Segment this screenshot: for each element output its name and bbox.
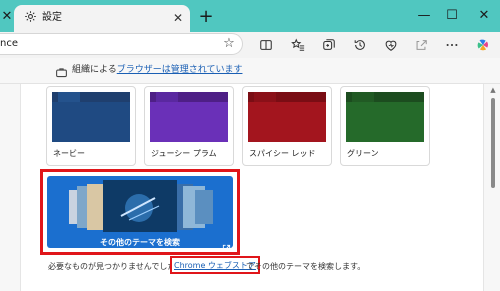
favorite-star-icon[interactable]: ☆ [221, 36, 237, 52]
favorites-icon[interactable] [289, 36, 307, 54]
search-themes-highlight: その他のテーマを検索 [40, 169, 240, 255]
footer-suffix: でその他のテーマを検索します。 [246, 262, 366, 271]
copilot-icon[interactable] [474, 36, 492, 54]
managed-link[interactable]: ブラウザーは管理されています [117, 65, 243, 75]
previous-tab-close-icon[interactable]: ✕ [0, 6, 14, 28]
managed-prefix: 組織による [72, 65, 117, 75]
theme-label: スパイシー レッド [249, 149, 316, 158]
more-options-icon[interactable] [443, 36, 461, 54]
footer-prefix: 必要なものが見つかりませんでしたか [48, 262, 184, 271]
theme-preview [150, 92, 228, 142]
address-bar[interactable]: nce ☆ [0, 33, 243, 55]
new-tab-button[interactable]: + [196, 7, 216, 27]
theme-card-juicy-plum[interactable]: ジューシー プラム [144, 86, 234, 166]
theme-label: ネービー [53, 149, 85, 158]
gear-icon [22, 10, 38, 26]
address-text[interactable]: nce [0, 37, 18, 51]
tab-settings[interactable]: 設定 ✕ [14, 5, 190, 32]
toolbar: nce ☆ [0, 32, 500, 58]
scrollbar[interactable]: ▲ [488, 84, 498, 291]
managed-notice: 組織によるブラウザーは管理されています [72, 64, 242, 77]
scroll-up-arrow-icon[interactable]: ▲ [489, 86, 497, 94]
minimize-button[interactable]: — [414, 6, 434, 26]
theme-preview [346, 92, 424, 142]
history-icon[interactable] [351, 36, 369, 54]
browser-essentials-icon[interactable] [382, 36, 400, 54]
title-bar: ✕ 設定 ✕ + — ☐ ✕ [0, 0, 500, 32]
managed-notice-bar: 組織によるブラウザーは管理されています [0, 58, 500, 84]
search-more-themes-label: その他のテーマを検索 [100, 238, 180, 247]
search-more-themes-button[interactable]: その他のテーマを検索 [47, 176, 233, 248]
theme-label: ジューシー プラム [151, 149, 217, 158]
tab-title: 設定 [42, 12, 62, 23]
theme-card-spicy-red[interactable]: スパイシー レッド [242, 86, 332, 166]
theme-card-green[interactable]: グリーン [340, 86, 430, 166]
theme-collage-image [69, 180, 213, 232]
split-screen-icon[interactable] [257, 36, 275, 54]
theme-label: グリーン [347, 149, 379, 158]
scroll-thumb[interactable] [491, 98, 495, 188]
share-icon[interactable] [412, 36, 430, 54]
tab-close-icon[interactable]: ✕ [170, 10, 186, 26]
theme-preview [52, 92, 130, 142]
maximize-button[interactable]: ☐ [442, 6, 462, 26]
external-link-icon [222, 238, 231, 248]
briefcase-icon [55, 64, 68, 78]
collections-icon[interactable] [320, 36, 338, 54]
theme-preview [248, 92, 326, 142]
theme-card-navy[interactable]: ネービー [46, 86, 136, 166]
close-window-button[interactable]: ✕ [474, 6, 494, 26]
